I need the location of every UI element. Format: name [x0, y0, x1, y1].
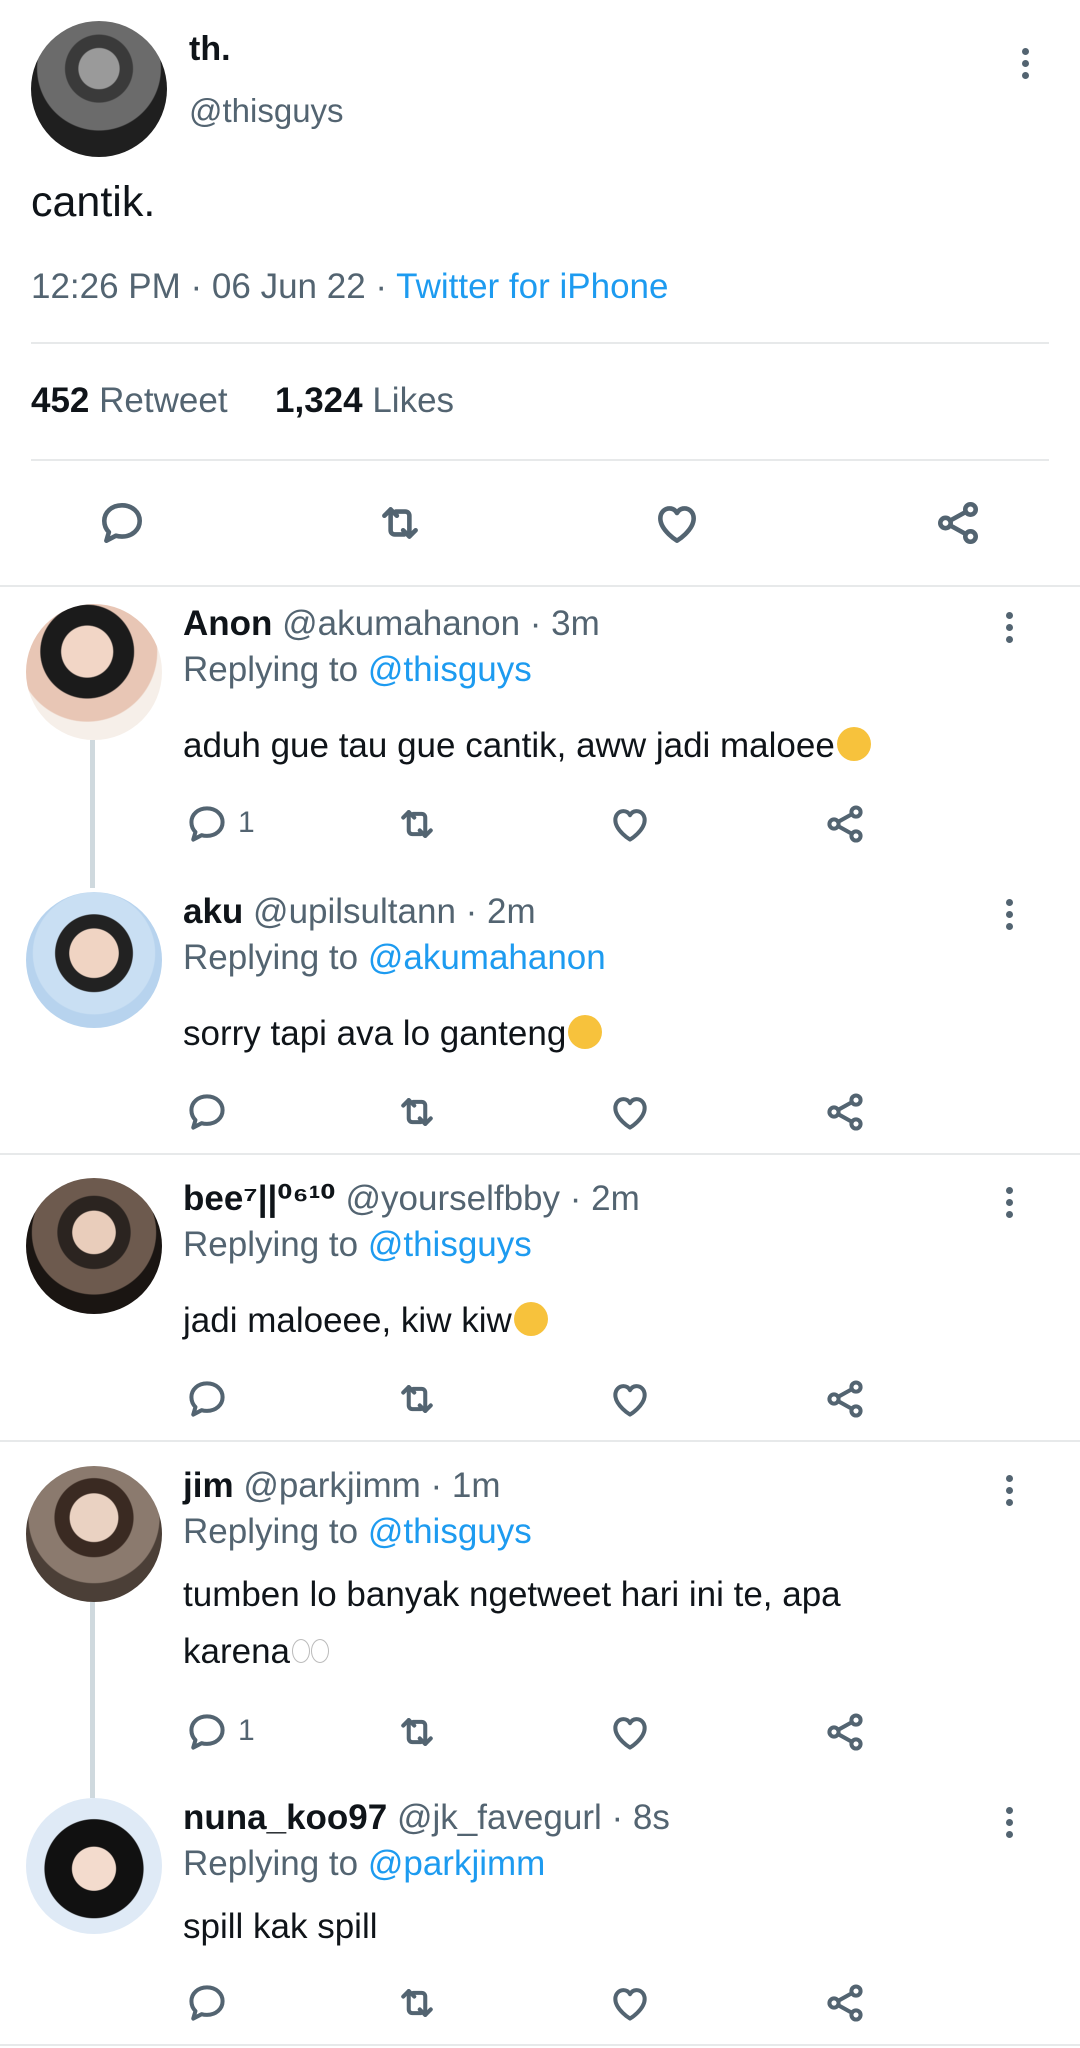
reply-text: jadi maloeee, kiw kiw	[183, 1292, 1003, 1349]
reply-icon[interactable]	[184, 1376, 230, 1422]
divider	[0, 585, 1080, 587]
thread-line	[90, 740, 95, 888]
replying-to-link[interactable]: @parkjimm	[368, 1844, 545, 1883]
tweet-stats: 452 Retweet 1,324 Likes	[31, 381, 454, 421]
reply-author-name[interactable]: jim	[183, 1466, 234, 1505]
reply-header: Anon @akumahanon · 3m	[183, 604, 600, 644]
reply-author-name[interactable]: aku	[183, 892, 243, 931]
retweet-stat[interactable]: 452 Retweet	[31, 381, 228, 420]
heart-icon[interactable]	[651, 497, 703, 549]
author-avatar[interactable]	[31, 21, 167, 157]
reply-icon[interactable]	[184, 1980, 230, 2026]
more-icon[interactable]	[1019, 48, 1031, 79]
share-icon[interactable]	[932, 497, 984, 549]
more-icon[interactable]	[1003, 1475, 1015, 1506]
replying-to: Replying to @thisguys	[183, 1225, 532, 1264]
reply-author-handle[interactable]: @yourselfbby · 2m	[346, 1179, 640, 1218]
tweet-timestamp: 12:26 PM · 06 Jun 22 ·	[31, 267, 397, 306]
reply-avatar[interactable]	[26, 604, 162, 740]
reply-text: spill kak spill	[183, 1907, 378, 1946]
reply-text: aduh gue tau gue cantik, aww jadi maloee	[183, 717, 1003, 774]
reply-icon[interactable]	[184, 1089, 230, 1135]
replying-to: Replying to @thisguys	[183, 1512, 532, 1551]
reply-author-name[interactable]: bee⁷||⁰⁶¹⁰	[183, 1179, 336, 1218]
share-icon[interactable]	[822, 1376, 868, 1422]
reply-count: 1	[238, 806, 255, 839]
replying-to-link[interactable]: @thisguys	[368, 650, 532, 689]
reply-author-handle[interactable]: @akumahanon · 3m	[282, 604, 600, 643]
reply-avatar[interactable]	[26, 1466, 162, 1602]
author-handle[interactable]: @thisguys	[189, 92, 344, 130]
likes-stat[interactable]: 1,324 Likes	[275, 381, 454, 420]
author-name[interactable]: th.	[189, 30, 231, 69]
tweet-meta: 12:26 PM · 06 Jun 22 · Twitter for iPhon…	[31, 267, 668, 307]
reply-count: 1	[238, 1714, 255, 1747]
heart-icon[interactable]	[607, 801, 653, 847]
shushing-face-icon	[836, 727, 871, 761]
reply-header: aku @upilsultann · 2m	[183, 892, 536, 932]
reply-author-handle[interactable]: @upilsultann · 2m	[253, 892, 536, 931]
replying-to-link[interactable]: @thisguys	[368, 1225, 532, 1264]
retweet-icon[interactable]	[392, 1376, 442, 1422]
reply-avatar[interactable]	[26, 1798, 162, 1934]
retweet-icon[interactable]	[392, 801, 442, 847]
replying-to-link[interactable]: @thisguys	[368, 1512, 532, 1551]
more-icon[interactable]	[1003, 1187, 1015, 1218]
share-icon[interactable]	[822, 1980, 868, 2026]
eyes-icon	[292, 1633, 330, 1667]
divider	[31, 342, 1049, 344]
reply-icon[interactable]	[184, 801, 230, 847]
reply-author-name[interactable]: Anon	[183, 604, 272, 643]
reply-icon[interactable]	[184, 1709, 230, 1755]
more-icon[interactable]	[1003, 899, 1015, 930]
share-icon[interactable]	[822, 1089, 868, 1135]
reply-header: jim @parkjimm · 1m	[183, 1466, 501, 1506]
reply-author-handle[interactable]: @jk_favegurl · 8s	[397, 1798, 670, 1837]
divider	[0, 1153, 1080, 1155]
replying-to: Replying to @parkjimm	[183, 1844, 546, 1883]
reply-header: nuna_koo97 @jk_favegurl · 8s	[183, 1798, 670, 1838]
reply-author-name[interactable]: nuna_koo97	[183, 1798, 387, 1837]
winking-face-icon	[513, 1302, 548, 1336]
reply-author-handle[interactable]: @parkjimm · 1m	[243, 1466, 500, 1505]
share-icon[interactable]	[822, 1709, 868, 1755]
tweet-source-link[interactable]: Twitter for iPhone	[396, 267, 668, 306]
reply-avatar[interactable]	[26, 892, 162, 1028]
replying-to-link[interactable]: @akumahanon	[368, 938, 606, 977]
more-icon[interactable]	[1003, 612, 1015, 643]
more-icon[interactable]	[1003, 1807, 1015, 1838]
reply-text-line: karena	[183, 1632, 291, 1671]
reply-text-line: tumben lo banyak ngetweet hari ini te, a…	[183, 1575, 841, 1614]
heart-icon[interactable]	[607, 1980, 653, 2026]
heart-icon[interactable]	[607, 1089, 653, 1135]
heart-icon[interactable]	[607, 1376, 653, 1422]
retweet-icon[interactable]	[372, 497, 428, 549]
divider	[31, 459, 1049, 461]
reply-text: tumben lo banyak ngetweet hari ini te, a…	[183, 1566, 1003, 1680]
share-icon[interactable]	[822, 801, 868, 847]
replying-to: Replying to @thisguys	[183, 650, 532, 689]
retweet-icon[interactable]	[392, 1089, 442, 1135]
reply-text: sorry tapi ava lo ganteng	[183, 1005, 1003, 1062]
divider	[0, 1440, 1080, 1442]
tweet-text: cantik.	[31, 178, 156, 226]
crying-face-icon	[568, 1015, 603, 1049]
reply-icon[interactable]	[96, 497, 148, 549]
retweet-icon[interactable]	[392, 1709, 442, 1755]
divider	[0, 2044, 1080, 2046]
replying-to: Replying to @akumahanon	[183, 938, 606, 977]
reply-header: bee⁷||⁰⁶¹⁰ @yourselfbby · 2m	[183, 1179, 640, 1219]
reply-avatar[interactable]	[26, 1178, 162, 1314]
retweet-icon[interactable]	[392, 1980, 442, 2026]
heart-icon[interactable]	[607, 1709, 653, 1755]
thread-line	[90, 1602, 95, 1798]
